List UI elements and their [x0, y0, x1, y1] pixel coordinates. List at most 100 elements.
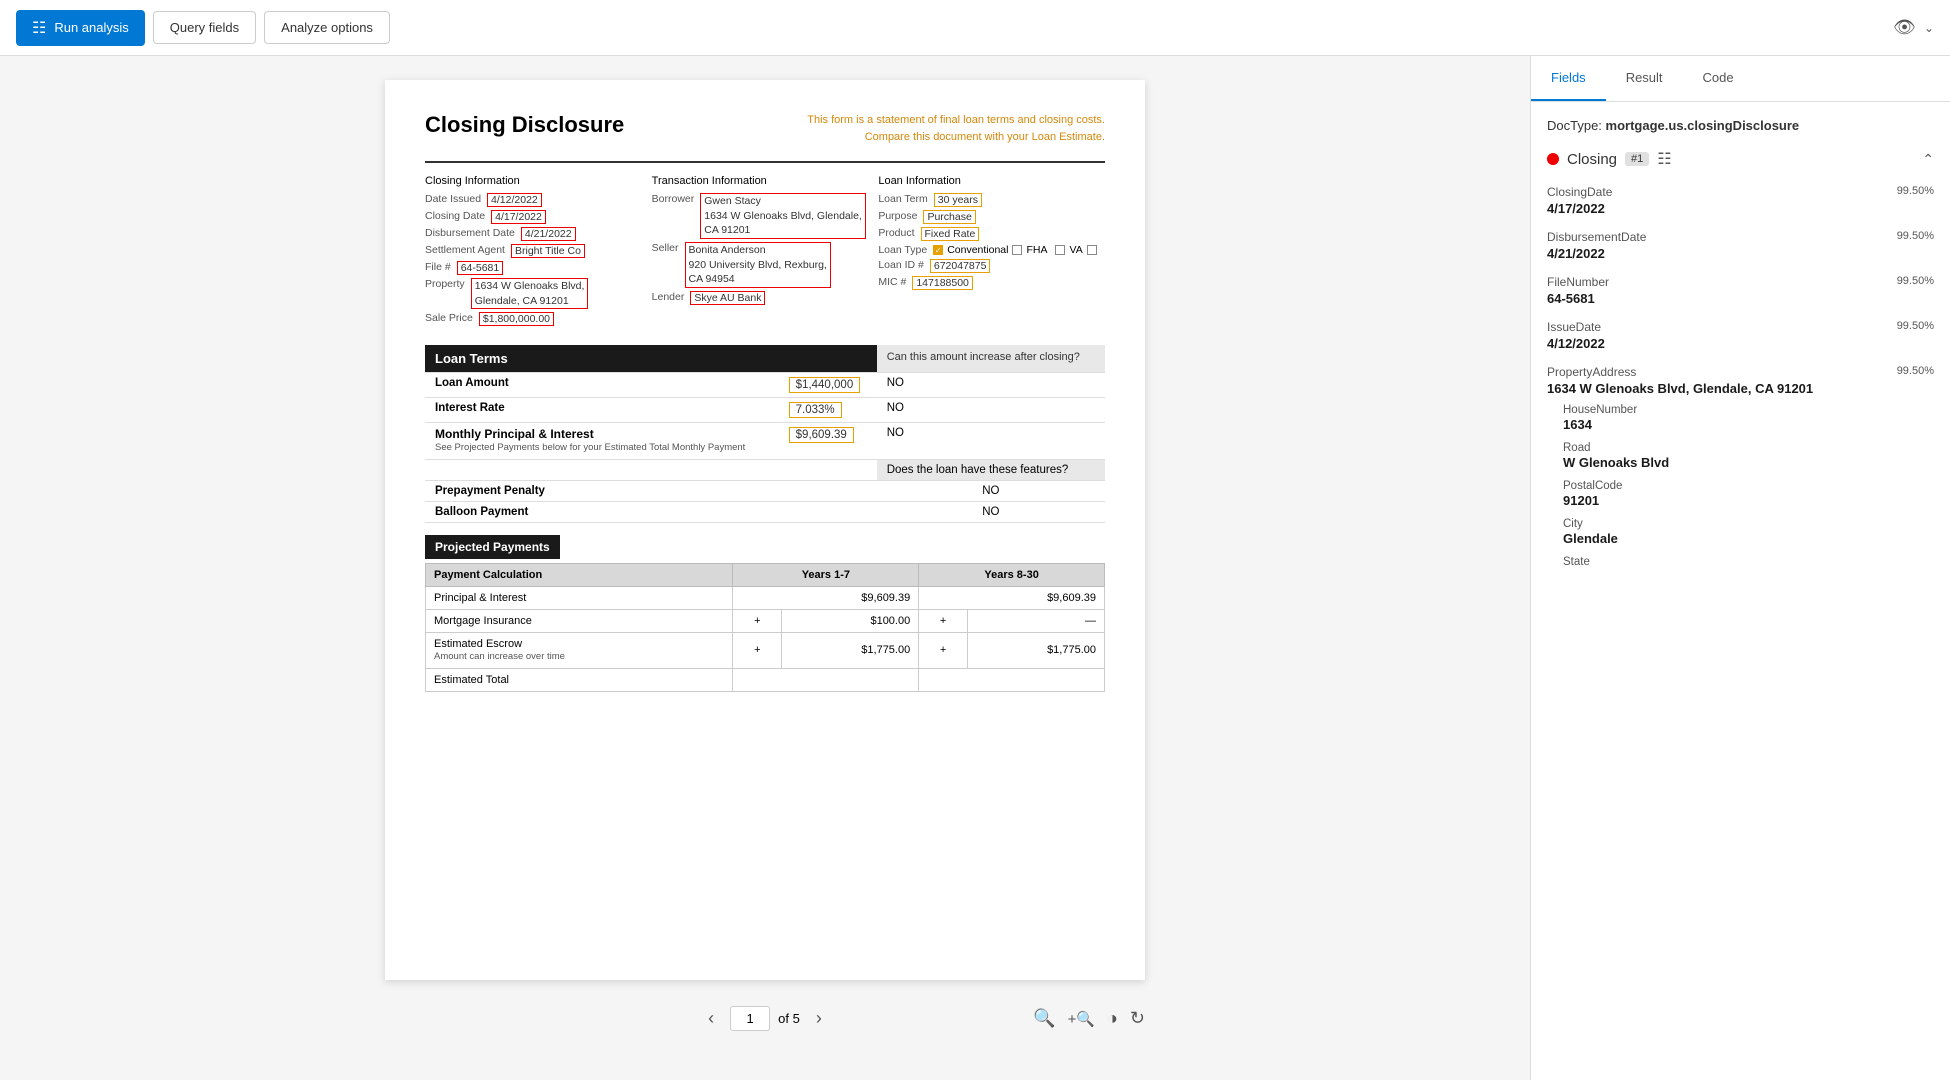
features-subheader: Does the loan have these features?: [425, 459, 1105, 480]
product-label: Product: [878, 227, 914, 241]
total-pages: of 5: [778, 1011, 800, 1026]
principal-interest-row: Principal & Interest $9,609.39 $9,609.39: [426, 586, 1105, 609]
document-viewer: Closing Disclosure This form is a statem…: [0, 56, 1530, 1080]
doctype-label: DocType:: [1547, 118, 1602, 133]
sale-price-label: Sale Price: [425, 312, 473, 326]
analyze-options-button[interactable]: Analyze options: [264, 11, 390, 44]
va-checkbox: [1055, 245, 1065, 255]
zoom-out-button[interactable]: 🔍: [1033, 1008, 1055, 1029]
main-content: Closing Disclosure This form is a statem…: [0, 56, 1950, 1080]
pagination: ‹ of 5 › 🔍 +🔍 ◑ ↻: [385, 992, 1145, 1045]
loan-terms-table: Loan Terms Can this amount increase afte…: [425, 345, 1105, 522]
chart-icon: ☷: [32, 18, 46, 38]
monthly-pi-label: Monthly Principal & Interest: [435, 427, 769, 441]
child-state: State: [1563, 556, 1934, 568]
mic-label: MIC #: [878, 276, 906, 290]
seller-row: Seller Bonita Anderson920 University Blv…: [652, 242, 879, 288]
chevron-up-icon[interactable]: ⌃: [1922, 151, 1934, 168]
loan-id-value: 672047875: [930, 259, 991, 273]
prev-page-button[interactable]: ‹: [700, 1004, 722, 1033]
doc-info-grid: Closing Information Date Issued 4/12/202…: [425, 175, 1105, 329]
borrower-row: Borrower Gwen Stacy1634 W Glenoaks Blvd,…: [652, 193, 879, 239]
loan-type-row: Loan Type ✓Conventional FHA VA: [878, 244, 1105, 256]
fha-checkbox: [1012, 245, 1022, 255]
projected-payments-table: Payment Calculation Years 1-7 Years 8-30…: [425, 563, 1105, 692]
file-label: File #: [425, 261, 451, 275]
closing-info-heading: Closing Information: [425, 175, 652, 187]
sale-price-value: $1,800,000.00: [479, 312, 554, 326]
zoom-in-button[interactable]: +🔍: [1068, 1008, 1095, 1029]
panel-tabs: Fields Result Code: [1531, 56, 1950, 102]
loan-amount-value: $1,440,000: [789, 377, 861, 393]
tab-code[interactable]: Code: [1683, 56, 1754, 101]
purpose-value: Purchase: [923, 210, 975, 224]
child-house-number: HouseNumber 1634: [1563, 404, 1934, 432]
disbursement-date-label: Disbursement Date: [425, 227, 515, 241]
proj-header-row: Payment Calculation Years 1-7 Years 8-30: [426, 563, 1105, 586]
doctype-value: mortgage.us.closingDisclosure: [1606, 118, 1800, 133]
closing-indicator: [1547, 153, 1559, 165]
property-value: 1634 W Glenoaks Blvd,Glendale, CA 91201: [471, 278, 589, 309]
mortgage-insurance-row: Mortgage Insurance + $100.00 + —: [426, 609, 1105, 632]
seller-label: Seller: [652, 242, 679, 288]
lender-value: Skye AU Bank: [690, 291, 765, 305]
file-row: File # 64-5681: [425, 261, 652, 275]
field-file-number: FileNumber 99.50% 64-5681: [1547, 275, 1934, 306]
doc-subtitle: This form is a statement of final loan t…: [805, 112, 1105, 145]
query-fields-button[interactable]: Query fields: [153, 11, 256, 44]
doc-header: Closing Disclosure This form is a statem…: [425, 112, 1105, 145]
monthly-pi-value: $9,609.39: [789, 427, 854, 443]
product-value: Fixed Rate: [921, 227, 980, 241]
purpose-label: Purpose: [878, 210, 917, 224]
settlement-agent-value: Bright Title Co: [511, 244, 585, 258]
closing-date-row: Closing Date 4/17/2022: [425, 210, 652, 224]
balloon-row: Balloon Payment NO: [425, 501, 1105, 522]
eye-icon[interactable]: 👁: [1893, 17, 1916, 38]
panel-content: DocType: mortgage.us.closingDisclosure C…: [1531, 102, 1950, 1080]
closing-section-header: Closing #1 ☷ ⌃: [1547, 149, 1934, 169]
loan-id-label: Loan ID #: [878, 259, 924, 273]
closing-label: Closing: [1567, 151, 1617, 168]
property-label: Property: [425, 278, 465, 309]
grid-icon[interactable]: ☷: [1657, 149, 1671, 169]
field-disbursement-date: DisbursementDate 99.50% 4/21/2022: [1547, 230, 1934, 261]
borrower-value: Gwen Stacy1634 W Glenoaks Blvd, Glendale…: [700, 193, 866, 239]
conventional-checkbox: ✓: [933, 245, 943, 255]
rotate-button[interactable]: ↻: [1130, 1008, 1145, 1029]
loan-amount-row: Loan Amount $1,440,000 NO: [425, 373, 1105, 398]
loan-term-row: Loan Term 30 years: [878, 193, 1105, 207]
field-issue-date: IssueDate 99.50% 4/12/2022: [1547, 320, 1934, 351]
loan-type-label: Loan Type: [878, 244, 927, 256]
sale-price-row: Sale Price $1,800,000.00: [425, 312, 652, 326]
projected-payments-header-wrapper: Projected Payments: [425, 535, 1105, 559]
date-issued-label: Date Issued: [425, 193, 481, 207]
mic-row: MIC # 147188500: [878, 276, 1105, 290]
interest-rate-value: 7.033%: [789, 402, 842, 418]
next-page-button[interactable]: ›: [808, 1004, 830, 1033]
child-road: Road W Glenoaks Blvd: [1563, 442, 1934, 470]
property-row: Property 1634 W Glenoaks Blvd,Glendale, …: [425, 278, 652, 309]
tab-fields[interactable]: Fields: [1531, 56, 1606, 101]
loan-terms-header: Loan Terms Can this amount increase afte…: [425, 345, 1105, 373]
seller-value: Bonita Anderson920 University Blvd, Rexb…: [685, 242, 831, 288]
fit-page-button[interactable]: ◑: [1107, 1008, 1118, 1029]
disbursement-date-value: 4/21/2022: [521, 227, 576, 241]
page-input[interactable]: [730, 1006, 770, 1031]
loan-term-label: Loan Term: [878, 193, 927, 207]
file-value: 64-5681: [457, 261, 504, 275]
document-page: Closing Disclosure This form is a statem…: [385, 80, 1145, 980]
closing-badge: #1: [1625, 152, 1649, 166]
right-panel: Fields Result Code DocType: mortgage.us.…: [1530, 56, 1950, 1080]
chevron-down-icon[interactable]: ⌄: [1924, 21, 1934, 35]
child-city: City Glendale: [1563, 518, 1934, 546]
tab-result[interactable]: Result: [1606, 56, 1683, 101]
toolbar-right: 👁 ⌄: [1893, 17, 1934, 38]
purpose-row: Purpose Purchase: [878, 210, 1105, 224]
monthly-pi-note: See Projected Payments below for your Es…: [435, 441, 769, 454]
settlement-agent-label: Settlement Agent: [425, 244, 505, 258]
transaction-info-heading: Transaction Information: [652, 175, 879, 187]
run-analysis-button[interactable]: ☷ Run analysis: [16, 10, 145, 46]
closing-left: Closing #1 ☷: [1547, 149, 1672, 169]
loan-info-heading: Loan Information: [878, 175, 1105, 187]
mic-value: 147188500: [912, 276, 973, 290]
